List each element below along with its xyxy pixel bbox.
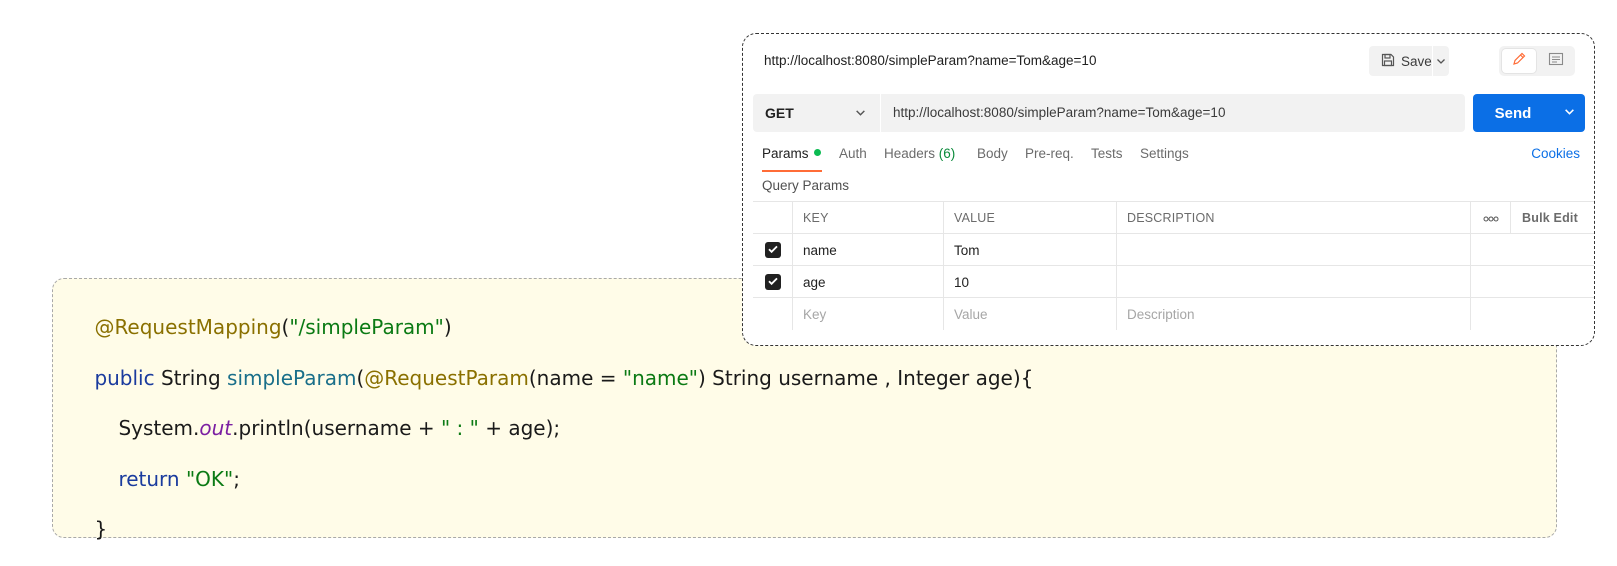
param-value-cell[interactable]: Tom	[944, 234, 1117, 266]
save-button-group: Save	[1369, 46, 1449, 76]
postman-request-panel: http://localhost:8080/simpleParam?name=T…	[742, 33, 1595, 346]
system-prefix: System.	[118, 416, 200, 440]
return-value-string: "OK"	[185, 467, 234, 491]
params-active-dot-icon	[813, 149, 821, 156]
code-line-5: }	[69, 493, 107, 565]
document-icon	[1548, 52, 1564, 71]
column-header-key: KEY	[793, 202, 944, 234]
return-type: String	[154, 366, 228, 390]
checkmark-icon	[767, 275, 779, 290]
tab-headers[interactable]: Headers (6)	[884, 146, 955, 161]
request-title[interactable]: http://localhost:8080/simpleParam?name=T…	[764, 53, 1096, 68]
code-line-4: return "OK";	[93, 443, 240, 515]
row-spacer	[1471, 234, 1511, 266]
row-checkbox[interactable]	[764, 274, 781, 290]
tab-body[interactable]: Body	[977, 146, 1008, 161]
chevron-down-icon	[1564, 104, 1575, 122]
pencil-icon	[1511, 51, 1527, 72]
tab-auth[interactable]: Auth	[839, 146, 867, 161]
method-selector[interactable]: GET	[753, 94, 881, 132]
println-end: + age);	[478, 416, 561, 440]
column-header-description: DESCRIPTION	[1117, 202, 1471, 234]
send-button-group: Send	[1473, 94, 1585, 132]
chevron-down-icon	[1436, 54, 1446, 69]
save-label: Save	[1401, 53, 1432, 69]
param-value-cell[interactable]: 10	[944, 266, 1117, 298]
method-name: simpleParam	[227, 366, 357, 390]
chevron-down-icon	[855, 105, 866, 121]
column-header-value: VALUE	[944, 202, 1117, 234]
annotation-arg-value: "name"	[622, 366, 698, 390]
separator-string: " : "	[441, 416, 479, 440]
url-input[interactable]: http://localhost:8080/simpleParam?name=T…	[893, 105, 1225, 120]
closing-brace: }	[94, 517, 108, 541]
table-row: name Tom	[753, 233, 1594, 266]
param-description-cell[interactable]	[1117, 266, 1471, 298]
new-description-input[interactable]: Description	[1117, 298, 1471, 330]
table-row-new: Key Value Description	[753, 297, 1594, 330]
row-spacer	[1471, 298, 1511, 330]
request-mapping-annotation: @RequestMapping	[94, 315, 282, 339]
tab-settings[interactable]: Settings	[1140, 146, 1189, 161]
headers-count: (6)	[938, 146, 956, 161]
keyword-return: return	[118, 467, 180, 491]
cookies-link[interactable]: Cookies	[1531, 146, 1580, 161]
mapping-path-string: "/simpleParam"	[289, 315, 444, 339]
paren-close: )	[443, 315, 452, 339]
save-button[interactable]: Save	[1369, 52, 1432, 71]
param-key-cell[interactable]: age	[793, 266, 944, 298]
query-params-table: KEY VALUE DESCRIPTION Bulk Edit name Tom	[753, 201, 1594, 330]
save-options-button[interactable]	[1431, 46, 1449, 76]
row-spacer	[1471, 266, 1511, 298]
keyword-public: public	[94, 366, 155, 390]
row-checkbox-cell	[753, 298, 793, 330]
row-checkbox[interactable]	[764, 242, 781, 258]
tab-pre-request[interactable]: Pre-req.	[1025, 146, 1074, 161]
more-options-button[interactable]	[1471, 202, 1511, 234]
table-row: age 10	[753, 265, 1594, 298]
header-checkbox-column	[753, 202, 793, 234]
semicolon: ;	[233, 467, 240, 491]
checkmark-icon	[767, 243, 779, 258]
params-rest: ) String username , Integer age){	[698, 366, 1034, 390]
active-tab-underline	[762, 170, 822, 172]
table-header-row: KEY VALUE DESCRIPTION Bulk Edit	[753, 201, 1594, 234]
param-description-cell[interactable]	[1117, 234, 1471, 266]
row-checkbox-cell	[753, 234, 793, 266]
save-icon	[1380, 52, 1396, 71]
method-label: GET	[765, 105, 794, 121]
new-key-input[interactable]: Key	[793, 298, 944, 330]
println-call: .println(username +	[232, 416, 441, 440]
row-checkbox-cell	[753, 266, 793, 298]
request-param-annotation: @RequestParam	[364, 366, 529, 390]
documentation-mode-button[interactable]	[1541, 49, 1571, 73]
view-mode-toggle	[1499, 46, 1575, 76]
request-url-bar: GET http://localhost:8080/simpleParam?na…	[753, 94, 1465, 132]
edit-mode-button[interactable]	[1502, 49, 1536, 73]
send-options-button[interactable]	[1553, 94, 1585, 132]
more-options-icon	[1483, 211, 1499, 225]
tab-headers-label: Headers	[884, 146, 936, 161]
tab-params-label: Params	[762, 146, 809, 161]
param-key-cell[interactable]: name	[793, 234, 944, 266]
bulk-edit-button[interactable]: Bulk Edit	[1511, 202, 1594, 234]
query-params-heading: Query Params	[762, 178, 850, 193]
out-field: out	[199, 416, 233, 440]
tab-params[interactable]: Params	[762, 146, 822, 172]
tab-tests[interactable]: Tests	[1091, 146, 1123, 161]
annotation-arg: (name =	[528, 366, 623, 390]
new-value-input[interactable]: Value	[944, 298, 1117, 330]
send-button[interactable]: Send	[1473, 105, 1553, 122]
